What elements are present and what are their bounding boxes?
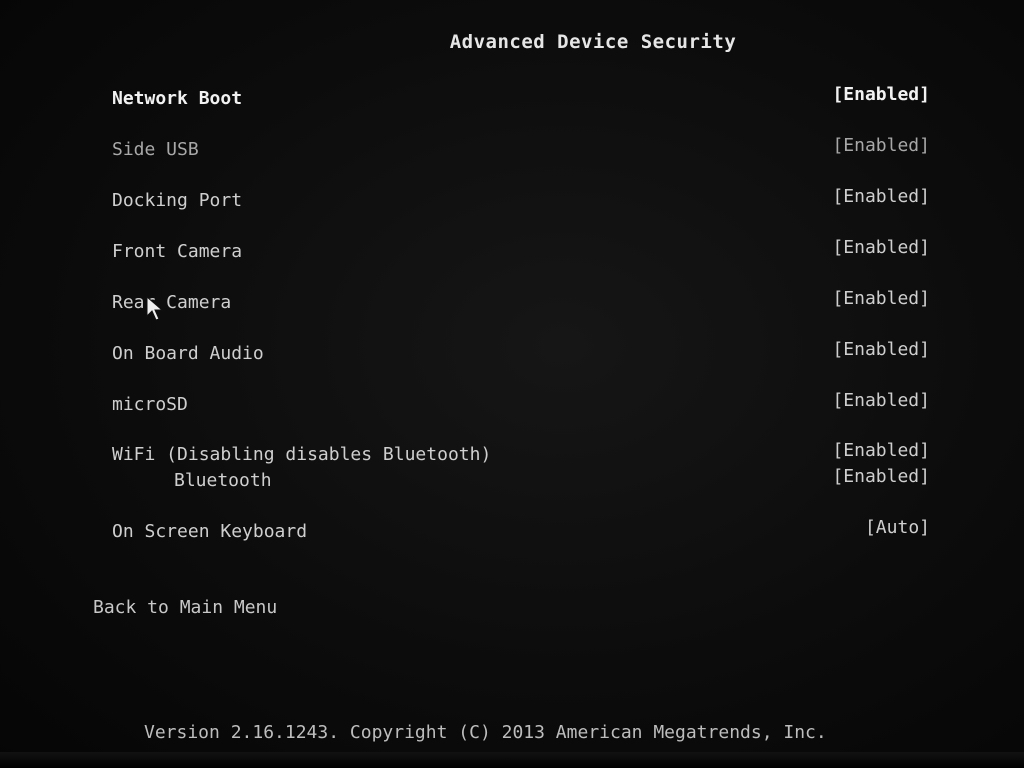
setting-label: Side USB [112, 139, 199, 160]
setting-value[interactable]: [Enabled] [832, 135, 930, 156]
setting-side-usb[interactable]: Side USB [Enabled] [112, 135, 930, 165]
setting-value[interactable]: [Enabled] [832, 237, 930, 258]
setting-value[interactable]: [Enabled] [832, 390, 930, 411]
setting-value[interactable]: [Enabled] [832, 339, 930, 360]
setting-label: Bluetooth [174, 470, 272, 491]
setting-label: Docking Port [112, 190, 243, 211]
setting-value[interactable]: [Auto] [865, 517, 930, 538]
page-title: Advanced Device Security [449, 31, 737, 53]
setting-front-camera[interactable]: Front Camera [Enabled] [112, 237, 930, 267]
setting-label: WiFi (Disabling disables Bluetooth) [112, 444, 492, 465]
setting-microsd[interactable]: microSD [Enabled] [112, 390, 930, 420]
setting-label: On Board Audio [112, 343, 264, 364]
setting-label: Network Boot [112, 88, 243, 109]
setting-value[interactable]: [Enabled] [832, 288, 930, 309]
bottom-edge [0, 752, 1024, 768]
setting-docking-port[interactable]: Docking Port [Enabled] [112, 186, 930, 216]
mouse-pointer-icon [146, 296, 164, 321]
setting-on-board-audio[interactable]: On Board Audio [Enabled] [112, 339, 930, 369]
bios-screen: Advanced Device Security Network Boot [E… [0, 0, 1024, 768]
setting-value[interactable]: [Enabled] [832, 186, 930, 207]
setting-label: Front Camera [112, 241, 243, 262]
setting-value[interactable]: [Enabled] [832, 466, 930, 487]
setting-bluetooth[interactable]: Bluetooth [Enabled] [112, 466, 930, 496]
setting-label: On Screen Keyboard [112, 521, 308, 542]
setting-label: Rear Camera [112, 292, 232, 313]
setting-network-boot[interactable]: Network Boot [Enabled] [112, 84, 930, 114]
version-copyright-footer: Version 2.16.1243. Copyright (C) 2013 Am… [144, 722, 827, 743]
setting-value[interactable]: [Enabled] [832, 84, 930, 105]
setting-value[interactable]: [Enabled] [832, 440, 930, 461]
setting-rear-camera[interactable]: Rear Camera [Enabled] [112, 288, 930, 318]
setting-label: microSD [112, 394, 188, 415]
back-to-main-menu-link[interactable]: Back to Main Menu [93, 597, 277, 618]
setting-wifi[interactable]: WiFi (Disabling disables Bluetooth) [Ena… [112, 440, 930, 470]
setting-on-screen-keyboard[interactable]: On Screen Keyboard [Auto] [112, 517, 930, 547]
